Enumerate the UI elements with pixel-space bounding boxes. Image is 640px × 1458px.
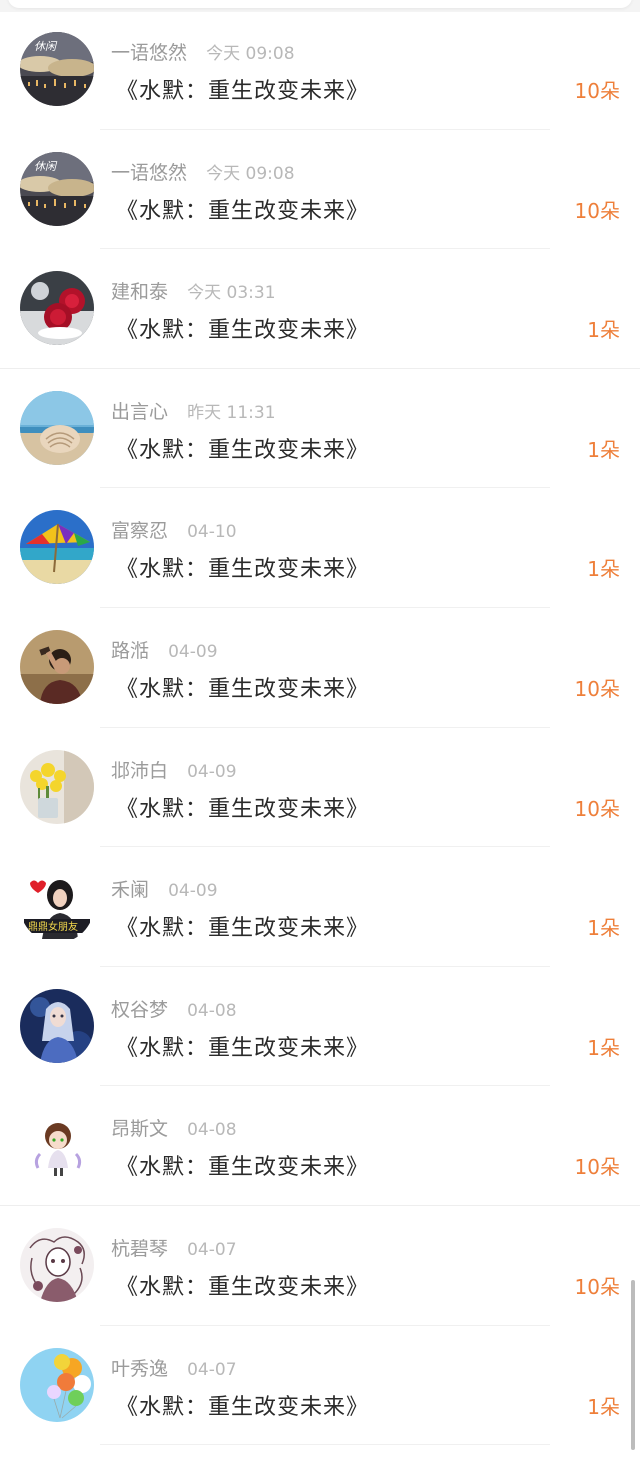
flower-count: 1朵 (587, 557, 620, 582)
book-title[interactable]: 《水默：重生改变未来》 (116, 432, 369, 464)
gift-row[interactable]: 出言心 昨天 11:31 《水默：重生改变未来》 1朵 (0, 369, 640, 489)
avatar-roses (20, 271, 94, 346)
avatar[interactable]: 鼎鼎女朋友 (20, 869, 94, 944)
user-name[interactable]: 出言心 (111, 401, 168, 423)
user-name[interactable]: 昂斯文 (111, 1118, 168, 1140)
timestamp: 今天 09:08 (206, 163, 295, 184)
book-title[interactable]: 《水默：重生改变未来》 (116, 1030, 369, 1062)
avatar[interactable] (20, 1108, 94, 1183)
gift-row[interactable]: 建和泰 今天 03:31 《水默：重生改变未来》 1朵 (0, 249, 640, 369)
avatar[interactable] (20, 629, 94, 704)
gift-row[interactable]: 休闲 一语悠然 今天 09:08 《水默：重生改变未来》 10朵 (0, 130, 640, 250)
timestamp: 04-08 (187, 1000, 237, 1021)
user-name[interactable]: 富察忍 (111, 520, 168, 542)
timestamp: 昨天 11:31 (187, 402, 276, 423)
timestamp: 04-09 (187, 761, 237, 782)
book-title[interactable]: 《水默：重生改变未来》 (116, 1149, 369, 1181)
previous-card-edge (8, 0, 632, 8)
flower-count: 1朵 (587, 318, 620, 343)
avatar-cloud-city: 休闲 (20, 32, 94, 106)
user-name[interactable]: 权谷梦 (111, 999, 168, 1021)
user-name[interactable]: 杭碧琴 (111, 1238, 168, 1260)
avatar[interactable]: 休闲 (20, 32, 94, 106)
timestamp: 04-07 (187, 1359, 237, 1380)
book-title[interactable]: 《水默：重生改变未来》 (116, 551, 369, 583)
avatar[interactable] (20, 510, 94, 585)
gift-row[interactable]: 富察忍 04-10 《水默：重生改变未来》 1朵 (0, 488, 640, 608)
gift-list: 休闲 一语悠然 今天 09:08 《水默：重生改变未来》 10朵 休闲 一语悠然… (0, 10, 640, 1446)
avatar[interactable] (20, 1227, 94, 1302)
avatar-beach-umbrella (20, 510, 94, 585)
user-name[interactable]: 一语悠然 (111, 42, 187, 64)
flower-count: 10朵 (574, 676, 620, 701)
user-name[interactable]: 邶沛白 (111, 760, 168, 782)
avatar-balloons (20, 1347, 94, 1422)
gift-row[interactable]: 昂斯文 04-08 《水默：重生改变未来》 10朵 (0, 1086, 640, 1206)
timestamp: 今天 09:08 (206, 44, 295, 64)
timestamp: 04-09 (168, 641, 218, 662)
gift-row[interactable]: 休闲 一语悠然 今天 09:08 《水默：重生改变未来》 10朵 (0, 10, 640, 130)
book-title[interactable]: 《水默：重生改变未来》 (116, 671, 369, 703)
user-name[interactable]: 建和泰 (111, 281, 168, 303)
svg-text:鼎鼎女朋友: 鼎鼎女朋友 (28, 920, 78, 933)
timestamp: 04-08 (187, 1120, 237, 1141)
gift-row[interactable]: 邶沛白 04-09 《水默：重生改变未来》 10朵 (0, 728, 640, 848)
flower-count: 10朵 (574, 1274, 620, 1299)
book-title[interactable]: 《水默：重生改变未来》 (116, 910, 369, 942)
book-title[interactable]: 《水默：重生改变未来》 (116, 312, 369, 344)
gift-row[interactable]: 路湉 04-09 《水默：重生改变未来》 10朵 (0, 608, 640, 728)
timestamp: 04-10 (187, 522, 237, 543)
gift-row[interactable]: 叶秀逸 04-07 《水默：重生改变未来》 1朵 (0, 1326, 640, 1446)
gift-row[interactable]: 权谷梦 04-08 《水默：重生改变未来》 1朵 (0, 967, 640, 1087)
user-name[interactable]: 叶秀逸 (111, 1358, 168, 1380)
avatar[interactable] (20, 988, 94, 1063)
gift-row[interactable]: 鼎鼎女朋友 禾阑 04-09 《水默：重生改变未来》 1朵 (0, 847, 640, 967)
avatar-girl-badge: 鼎鼎女朋友 (20, 869, 94, 944)
flower-count: 1朵 (587, 916, 620, 941)
timestamp: 04-09 (168, 881, 218, 902)
avatar-seashell (20, 390, 94, 465)
divider (100, 1444, 550, 1446)
avatar-anime-girl-blue (20, 988, 94, 1063)
avatar[interactable] (20, 749, 94, 824)
avatar[interactable] (20, 1347, 94, 1422)
book-title[interactable]: 《水默：重生改变未来》 (116, 791, 369, 823)
avatar[interactable]: 休闲 (20, 151, 94, 226)
timestamp: 04-07 (187, 1239, 237, 1260)
flower-count: 10朵 (574, 796, 620, 821)
flower-count: 10朵 (574, 198, 620, 223)
book-title[interactable]: 《水默：重生改变未来》 (116, 73, 369, 105)
avatar-man-drinking (20, 629, 94, 704)
avatar-chibi-character (20, 1108, 94, 1183)
scrollbar[interactable] (631, 1280, 635, 1450)
flower-count: 1朵 (587, 437, 620, 462)
avatar-yellow-flowers (20, 749, 94, 824)
flower-count: 10朵 (574, 1155, 620, 1180)
avatar[interactable] (20, 271, 94, 346)
book-title[interactable]: 《水默：重生改变未来》 (116, 1389, 369, 1421)
book-title[interactable]: 《水默：重生改变未来》 (116, 193, 369, 225)
book-title[interactable]: 《水默：重生改变未来》 (116, 1269, 369, 1301)
timestamp: 今天 03:31 (187, 283, 276, 304)
user-name[interactable]: 路湉 (111, 640, 149, 662)
avatar-cloud-city: 休闲 (20, 151, 94, 226)
user-name[interactable]: 禾阑 (111, 879, 149, 901)
flower-count: 1朵 (587, 1035, 620, 1060)
avatar[interactable] (20, 390, 94, 465)
svg-text:休闲: 休闲 (34, 40, 58, 53)
flower-count: 10朵 (574, 79, 620, 103)
flower-count: 1朵 (587, 1394, 620, 1419)
user-name[interactable]: 一语悠然 (111, 162, 187, 184)
svg-text:休闲: 休闲 (34, 160, 58, 173)
gift-row[interactable]: 杭碧琴 04-07 《水默：重生改变未来》 10朵 (0, 1206, 640, 1326)
avatar-sketch-girl (20, 1227, 94, 1302)
